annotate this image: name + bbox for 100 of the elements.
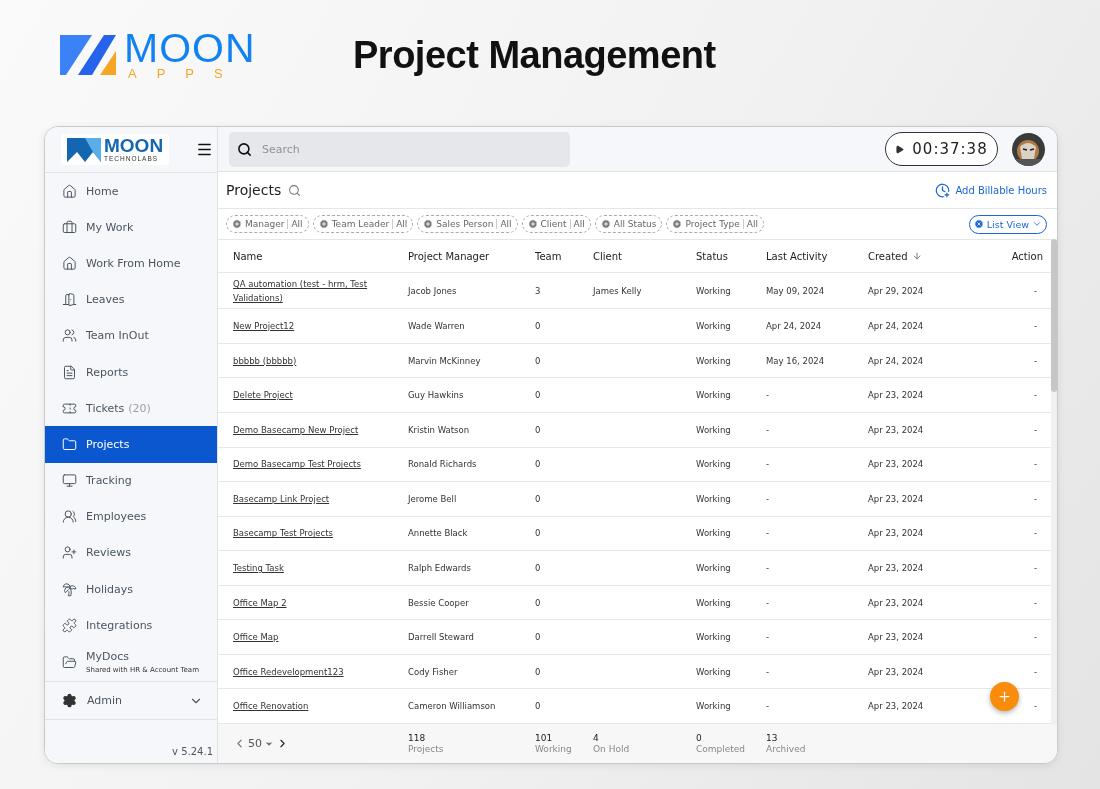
monitor-icon [62, 473, 77, 489]
project-link[interactable]: Testing Task [233, 560, 378, 575]
folder-icon [62, 436, 77, 452]
nav-item[interactable]: My Work [45, 209, 217, 246]
table-cell: Ronald Richards [408, 459, 477, 470]
table-cell: Working [696, 493, 731, 504]
nav-item[interactable]: Holidays [45, 571, 217, 608]
nav-item[interactable]: Home [45, 173, 217, 210]
nav-label: MyDocs [86, 650, 130, 664]
column-header[interactable]: Last Activity [766, 250, 828, 262]
column-header[interactable]: Name [218, 250, 263, 262]
brand-name: MOON [124, 29, 256, 67]
table-cell: 0 [535, 390, 541, 401]
project-link[interactable]: Basecamp Link Project [233, 491, 378, 506]
project-link[interactable]: New Project12 [233, 319, 378, 334]
table-cell: - [766, 562, 770, 573]
nav-label: Holidays [86, 582, 134, 596]
table-cell: Cody Fisher [408, 666, 458, 677]
nav-label: Leaves [86, 293, 125, 307]
nav-item[interactable]: Tracking [45, 462, 217, 499]
filter-chip[interactable]: Project Type All [666, 215, 764, 233]
project-link[interactable]: Office Map [233, 630, 378, 645]
nav-label: Integrations [86, 618, 153, 632]
project-link[interactable]: Office Map 2 [233, 595, 378, 610]
filter-chip[interactable]: Team Leader All [312, 215, 414, 233]
logo-name: MOON [104, 137, 164, 155]
table-cell: Working [696, 390, 731, 401]
table-cell: Apr 24, 2024 [868, 355, 924, 366]
project-link[interactable]: QA automation (test - hrm, Test Validations) [233, 276, 378, 305]
table-cell: 0 [535, 701, 541, 712]
table-cell: - [1033, 666, 1037, 677]
nav-item[interactable]: Integrations [45, 607, 217, 644]
search-input[interactable]: Search [260, 141, 562, 157]
table-cell: Apr 23, 2024 [868, 528, 924, 539]
add-button[interactable] [990, 682, 1019, 711]
column-header[interactable]: Created [868, 250, 922, 262]
project-link[interactable]: Delete Project [233, 388, 378, 403]
table-cell: Working [696, 424, 731, 435]
project-link[interactable]: Basecamp Test Projects [233, 526, 378, 541]
table-cell: Working [696, 597, 731, 608]
table-cell: Apr 23, 2024 [868, 459, 924, 470]
filter-chip[interactable]: All Status [594, 215, 663, 233]
filter-chip[interactable]: Manager All [226, 215, 309, 233]
project-link[interactable]: bbbbb (bbbbb) [233, 353, 378, 368]
menu-icon[interactable] [196, 141, 213, 158]
nav-item[interactable]: Leaves [45, 281, 217, 318]
stat-label: Projects [408, 743, 445, 755]
add-billable-hours-link[interactable]: Add Billable Hours [935, 182, 1047, 198]
nav-item[interactable]: Work From Home [45, 245, 217, 282]
table-cell: Guy Hawkins [408, 390, 464, 401]
nav-item[interactable]: Projects [45, 426, 217, 463]
nav-item[interactable]: Reports [45, 353, 217, 391]
table-cell: - [766, 528, 770, 539]
scrollbar[interactable] [1051, 239, 1057, 725]
filter-chip[interactable]: Sales Person All [417, 215, 518, 233]
admin-menu[interactable]: Admin [45, 681, 217, 721]
search-field[interactable]: Search [229, 131, 570, 167]
nav-label: Tracking [86, 474, 132, 488]
headline: Project Management [353, 33, 716, 77]
folder-icon [62, 654, 77, 670]
nav-label: Reviews [86, 546, 131, 560]
table-cell: - [1033, 701, 1037, 712]
nav-label: Team InOut [86, 329, 149, 343]
nav-label: Employees [86, 510, 147, 524]
table-cell: 0 [535, 528, 541, 539]
version-label: v 5.24.1 [172, 746, 214, 759]
nav-item[interactable]: Employees [45, 498, 217, 535]
column-header[interactable]: Action [1011, 250, 1043, 262]
puzzle-icon [62, 617, 77, 633]
column-header[interactable]: Project Manager [408, 250, 490, 262]
table-cell: Working [696, 355, 731, 366]
project-link[interactable]: Demo Basecamp New Project [233, 422, 378, 437]
column-header[interactable]: Status [696, 250, 728, 262]
project-link[interactable]: Demo Basecamp Test Projects [233, 457, 378, 472]
column-header[interactable]: Client [593, 250, 622, 262]
project-link[interactable]: Office Renovation [233, 699, 378, 714]
nav-item[interactable]: Reviews [45, 534, 217, 572]
table-cell: - [766, 424, 770, 435]
table-cell: Apr 24, 2024 [868, 321, 924, 332]
table-cell: - [766, 459, 770, 470]
table-cell: Working [696, 701, 731, 712]
logo-mark-icon [67, 137, 101, 162]
search-icon[interactable] [288, 183, 302, 197]
nav-item[interactable]: Tickets (20) [45, 390, 217, 427]
filter-chip[interactable]: Client All [521, 215, 591, 233]
brand-tagline: APPS [127, 67, 244, 81]
table-cell: James Kelly [593, 285, 642, 296]
table-cell: 0 [535, 597, 541, 608]
page-size-selector[interactable]: 50 [248, 737, 262, 750]
timer-button[interactable]: 00:37:38 [885, 132, 998, 166]
nav-label: Work From Home [86, 256, 181, 270]
stat-label: On Hold [593, 743, 631, 755]
column-header[interactable]: Team [535, 250, 562, 262]
table-cell: Bessie Cooper [408, 597, 469, 608]
table-cell: - [1033, 632, 1037, 643]
project-link[interactable]: Office Redevelopment123 [233, 664, 378, 679]
table-cell: 0 [535, 632, 541, 643]
view-selector[interactable]: List View [968, 214, 1047, 234]
nav-item[interactable]: Team InOut [45, 317, 217, 354]
table-cell: - [1033, 562, 1037, 573]
